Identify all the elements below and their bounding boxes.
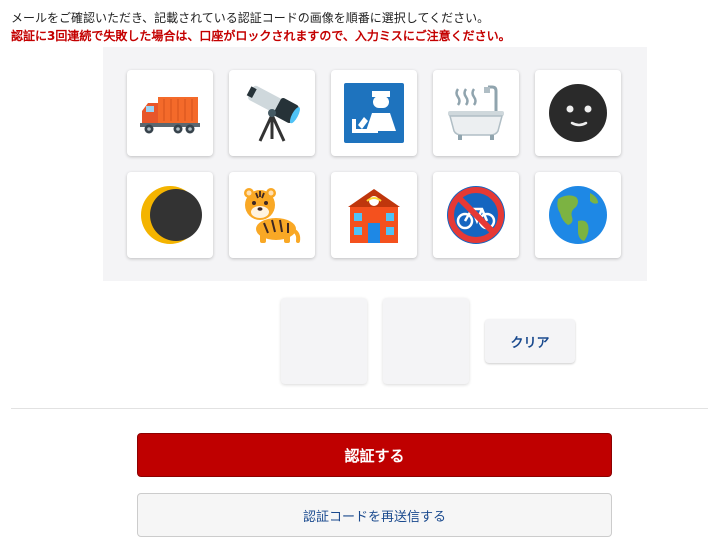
tile-post-office[interactable] [331, 172, 417, 258]
image-grid-panel [103, 47, 647, 281]
delivery-truck-icon [140, 97, 200, 134]
selected-image-slot-1[interactable] [281, 298, 367, 384]
customs-icon [344, 83, 404, 143]
tile-bathtub[interactable] [433, 70, 519, 156]
new-moon-face-icon [549, 84, 607, 142]
clear-button[interactable]: クリア [485, 319, 575, 363]
tiger-icon [244, 188, 301, 243]
authenticate-button[interactable]: 認証する [137, 433, 612, 477]
waxing-crescent-moon-icon [141, 186, 202, 244]
globe-americas-icon [549, 186, 607, 244]
divider [11, 408, 708, 409]
selected-image-slot-2[interactable] [383, 298, 469, 384]
telescope-icon [246, 85, 300, 142]
no-bicycles-icon [447, 186, 505, 244]
resend-code-button[interactable]: 認証コードを再送信する [137, 493, 612, 537]
tile-telescope[interactable] [229, 70, 315, 156]
tile-new-moon-face[interactable] [535, 70, 621, 156]
warning-text: 認証に3回連続で失敗した場合は、口座がロックされますので、入力ミスにご注意くださ… [11, 29, 511, 43]
instruction-text: メールをご確認いただき、記載されている認証コードの画像を順番に選択してください。 [11, 11, 490, 25]
post-office-icon [348, 189, 400, 243]
tile-waxing-crescent-moon[interactable] [127, 172, 213, 258]
tile-tiger[interactable] [229, 172, 315, 258]
tile-customs[interactable] [331, 70, 417, 156]
tile-globe-americas[interactable] [535, 172, 621, 258]
bathtub-icon [448, 85, 504, 140]
tile-delivery-truck[interactable] [127, 70, 213, 156]
tile-no-bicycles[interactable] [433, 172, 519, 258]
